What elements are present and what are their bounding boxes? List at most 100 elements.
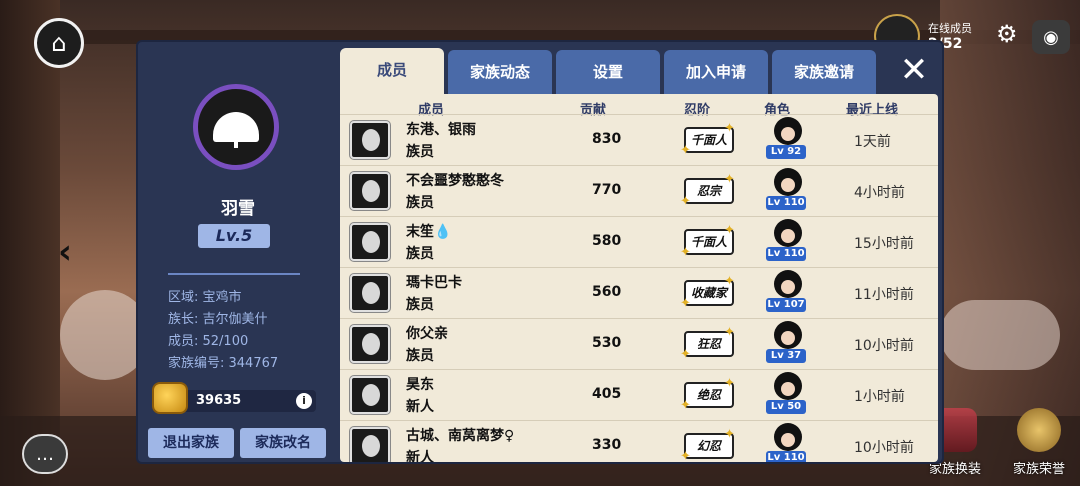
character-level: Lv 50 xyxy=(766,400,806,414)
star-icon: ✦ xyxy=(680,398,691,413)
avatar[interactable] xyxy=(350,121,390,159)
member-contribution: 770 xyxy=(592,182,622,198)
member-title: 族员 xyxy=(406,348,434,364)
character-face-icon xyxy=(774,219,802,247)
character-face-icon xyxy=(774,372,802,400)
background-pillar-left xyxy=(0,0,60,486)
table-row[interactable]: 末笙💧 族员 580 千面人 ✦ ✦ Lv 110 15小时前 xyxy=(340,216,938,266)
clan-info-sidebar: 羽雪 Lv.5 区域: 宝鸡市 族长: 吉尔伽美什 成员: 52/100 家族编… xyxy=(138,42,338,462)
member-title: 族员 xyxy=(406,246,434,262)
rank-badge: 收藏家 ✦ ✦ xyxy=(680,274,738,311)
rank-badge: 绝忍 ✦ ✦ xyxy=(680,376,738,413)
clan-member-count: 成员: 52/100 xyxy=(168,334,249,349)
info-icon[interactable]: i xyxy=(296,393,312,409)
trophy-icon xyxy=(1017,408,1061,452)
avatar[interactable] xyxy=(350,223,390,261)
character-portrait: Lv 107 xyxy=(766,270,806,314)
rank-badge: 千面人 ✦ ✦ xyxy=(680,223,738,260)
star-icon: ✦ xyxy=(724,172,735,187)
clan-gold-bar: 39635 i xyxy=(152,382,316,414)
member-name: 末笙💧 xyxy=(406,224,452,240)
clan-gold-value: 39635 xyxy=(196,393,242,408)
table-row[interactable]: 瑪卡巴卡 族员 560 收藏家 ✦ ✦ Lv 107 11小时前 xyxy=(340,267,938,317)
home-button[interactable]: ⌂ xyxy=(34,18,84,68)
character-portrait: Lv 50 xyxy=(766,372,806,416)
member-contribution: 405 xyxy=(592,386,622,402)
fan-icon xyxy=(213,112,259,148)
avatar[interactable] xyxy=(350,325,390,363)
star-icon: ✦ xyxy=(724,376,735,391)
rename-clan-button[interactable]: 家族改名 xyxy=(240,428,326,458)
star-icon: ✦ xyxy=(724,325,735,340)
tab-clan-invites[interactable]: 家族邀请 xyxy=(772,50,876,94)
house-icon: ⌂ xyxy=(51,29,67,57)
star-icon: ✦ xyxy=(680,347,691,362)
member-last-online: 4小时前 xyxy=(854,185,905,201)
table-row[interactable]: 不会噩梦憨憨冬 族员 770 忍宗 ✦ ✦ Lv 110 4小时前 xyxy=(340,165,938,215)
character-level: Lv 107 xyxy=(766,298,806,312)
member-contribution: 330 xyxy=(592,437,622,453)
character-portrait: Lv 110 xyxy=(766,219,806,263)
divider xyxy=(168,273,300,275)
star-icon: ✦ xyxy=(680,449,691,462)
member-name: 瑪卡巴卡 xyxy=(406,275,462,291)
star-icon: ✦ xyxy=(680,194,691,209)
star-icon: ✦ xyxy=(680,143,691,158)
tab-settings[interactable]: 设置 xyxy=(556,50,660,94)
character-level: Lv 110 xyxy=(766,451,806,462)
tab-join-requests[interactable]: 加入申请 xyxy=(664,50,768,94)
member-contribution: 580 xyxy=(592,233,622,249)
clan-region: 区域: 宝鸡市 xyxy=(168,290,242,305)
avatar[interactable] xyxy=(350,376,390,414)
clan-honor-label: 家族荣誉 xyxy=(1012,462,1065,477)
character-face-icon xyxy=(774,423,802,451)
star-icon: ✦ xyxy=(724,274,735,289)
table-row[interactable]: 东港、银雨 族员 830 千面人 ✦ ✦ Lv 92 1天前 xyxy=(340,114,938,164)
member-last-online: 10小时前 xyxy=(854,440,914,456)
member-title: 族员 xyxy=(406,297,434,313)
chevron-left-icon[interactable]: ‹ xyxy=(58,232,72,272)
avatar[interactable] xyxy=(350,427,390,462)
leave-clan-button[interactable]: 退出家族 xyxy=(148,428,234,458)
character-face-icon xyxy=(774,168,802,196)
eye-icon[interactable]: ◉ xyxy=(1032,20,1070,54)
character-level: Lv 110 xyxy=(766,196,806,210)
clan-honor-button[interactable]: 家族荣誉 xyxy=(1004,408,1074,480)
chat-bubble-icon: … xyxy=(36,443,54,465)
chat-button[interactable]: … xyxy=(22,434,68,474)
rank-badge: 幻忍 ✦ ✦ xyxy=(680,427,738,462)
avatar[interactable] xyxy=(350,274,390,312)
star-icon: ✦ xyxy=(680,296,691,311)
clan-leader: 族长: 吉尔伽美什 xyxy=(168,312,268,327)
avatar[interactable] xyxy=(350,172,390,210)
member-title: 族员 xyxy=(406,195,434,211)
table-row[interactable]: 你父亲 族员 530 狂忍 ✦ ✦ Lv 37 10小时前 xyxy=(340,318,938,368)
member-contribution: 830 xyxy=(592,131,622,147)
member-table: 成员 贡献 忍阶 角色 最近上线 东港、银雨 族员 830 千面人 ✦ ✦ Lv 92 1天前… xyxy=(340,94,938,462)
member-last-online: 15小时前 xyxy=(854,236,914,252)
clan-panel: 羽雪 Lv.5 区域: 宝鸡市 族长: 吉尔伽美什 成员: 52/100 家族编… xyxy=(136,40,944,464)
member-title: 新人 xyxy=(406,450,434,462)
star-icon: ✦ xyxy=(680,245,691,260)
character-face-icon xyxy=(774,321,802,349)
character-level: Lv 92 xyxy=(766,145,806,159)
online-label: 在线成员 xyxy=(928,22,972,35)
rank-badge: 千面人 ✦ ✦ xyxy=(680,121,738,158)
background-cloud-right xyxy=(940,300,1060,370)
member-title: 新人 xyxy=(406,399,434,415)
member-name: 你父亲 xyxy=(406,326,448,342)
character-portrait: Lv 110 xyxy=(766,423,806,462)
table-row[interactable]: 昊东 新人 405 绝忍 ✦ ✦ Lv 50 1小时前 xyxy=(340,369,938,419)
close-icon[interactable]: ✕ xyxy=(892,50,936,90)
member-name: 不会噩梦憨憨冬 xyxy=(406,173,504,189)
tab-members[interactable]: 成员 xyxy=(340,48,444,96)
member-contribution: 530 xyxy=(592,335,622,351)
member-name: 古城、南莴离梦♀ xyxy=(406,428,515,444)
table-row[interactable]: 古城、南莴离梦♀ 新人 330 幻忍 ✦ ✦ Lv 110 10小时前 xyxy=(340,420,938,462)
character-face-icon xyxy=(774,270,802,298)
clan-id: 家族编号: 344767 xyxy=(168,356,279,371)
tab-clan-activity[interactable]: 家族动态 xyxy=(448,50,552,94)
clan-emblem xyxy=(193,84,279,170)
gold-coin-bag-icon xyxy=(152,382,188,414)
gear-icon[interactable]: ⚙ xyxy=(996,20,1018,48)
